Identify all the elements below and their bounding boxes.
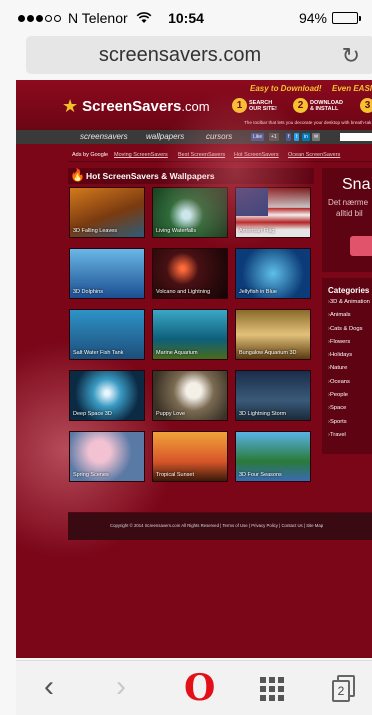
category-link[interactable]: Cats & Dogs <box>328 326 370 339</box>
thumbnail[interactable]: Salt Water Fish Tank <box>69 309 145 360</box>
category-link[interactable]: Travel <box>328 432 370 445</box>
web-page: ★ ScreenSavers.com Easy to Download! Eve… <box>16 80 372 658</box>
step-2[interactable]: 2 DOWNLOAD & INSTALL <box>293 98 343 113</box>
facebook-share-icon[interactable]: f <box>286 133 292 141</box>
google-plus-button[interactable]: +1 <box>269 133 279 141</box>
nav-cursors[interactable]: cursors <box>206 132 232 141</box>
site-nav: screensavers wallpapers cursors Like +1 … <box>16 130 372 144</box>
email-share-icon[interactable]: ✉ <box>312 133 321 141</box>
battery-percent: 94% <box>298 10 327 26</box>
thumbnail[interactable]: 3D Dolphins <box>69 248 145 299</box>
thumbnail[interactable]: American Flag <box>235 187 311 238</box>
thumbnail[interactable]: Volcano and Lightning <box>152 248 228 299</box>
category-link[interactable]: Space <box>328 405 370 418</box>
ad-link[interactable]: Moving ScreenSavers <box>114 152 168 158</box>
step-1[interactable]: 1 SEARCH OUR SITE! <box>232 98 279 113</box>
promo-panel: Sna Det nærme alltid bil <box>322 168 372 272</box>
category-link[interactable]: Sports <box>328 419 370 432</box>
browser-bottom-bar: ‹ › O 2 <box>16 660 372 715</box>
categories-title: Categories <box>328 286 370 295</box>
thumbnail[interactable]: 3D Falling Leaves <box>69 187 145 238</box>
category-link[interactable]: People <box>328 392 370 405</box>
thumbnail[interactable]: 3D Four Seasons <box>235 431 311 482</box>
battery-icon <box>332 12 361 24</box>
twitter-share-icon[interactable]: t <box>294 133 300 141</box>
reload-icon[interactable]: ↻ <box>342 43 360 69</box>
forward-arrow-icon[interactable]: › <box>116 670 126 704</box>
back-arrow-icon[interactable]: ‹ <box>44 670 54 704</box>
facebook-like-button[interactable]: Like <box>251 133 265 141</box>
battery-status: 94% <box>298 10 361 26</box>
thumbnail[interactable]: Marine Aquarium <box>152 309 228 360</box>
ads-label: Ads by Google <box>72 152 109 158</box>
phone-screen: N Telenor 10:54 94% screensavers.com ↻ ★… <box>0 0 372 715</box>
category-link[interactable]: Nature <box>328 365 370 378</box>
promo-button[interactable] <box>350 236 372 256</box>
thumbnail[interactable]: Puppy Love <box>152 370 228 421</box>
category-link[interactable]: Flowers <box>328 339 370 352</box>
nav-screensavers[interactable]: screensavers <box>80 132 128 141</box>
promo-text-line1: Det nærme <box>328 198 369 207</box>
ad-link[interactable]: Ocean ScreenSavers <box>288 152 340 158</box>
status-bar: N Telenor 10:54 94% <box>0 0 372 34</box>
thumbnail[interactable]: Bungalow Aquarium 3D <box>235 309 311 360</box>
promo-title: Sna <box>342 176 371 193</box>
promo-text-line2: alltid bil <box>336 209 363 218</box>
site-footer: Copyright © 2014 Screensavers.com All Ri… <box>68 512 372 540</box>
categories-list: 3D & Animation Animals Cats & Dogs Flowe… <box>328 299 370 445</box>
category-link[interactable]: 3D & Animation <box>328 299 370 312</box>
site-search-input[interactable] <box>340 133 372 141</box>
thumbnail[interactable]: Tropical Sunset <box>152 431 228 482</box>
speed-dial-grid-icon[interactable] <box>260 677 284 701</box>
flame-icon: 🔥 <box>70 168 85 182</box>
tagline-easy: Easy to Download! <box>250 84 322 93</box>
thumbnail[interactable]: Living Waterfalls <box>152 187 228 238</box>
opera-menu-icon[interactable]: O <box>184 668 215 708</box>
toolbar-note: The toolbar that lets you decorate your … <box>244 120 372 125</box>
category-link[interactable]: Holidays <box>328 352 370 365</box>
footer-copyright: Copyright © 2014 Screensavers.com All Ri… <box>110 523 324 528</box>
url-text[interactable]: screensavers.com <box>26 44 334 67</box>
linkedin-share-icon[interactable]: in <box>302 133 310 141</box>
star-logo-icon: ★ <box>62 96 79 116</box>
categories-panel: Categories 3D & Animation Animals Cats &… <box>322 278 372 454</box>
site-logo[interactable]: ★ ScreenSavers.com <box>62 96 210 117</box>
ads-bar: Ads by Google Moving ScreenSavers Best S… <box>68 150 372 162</box>
nav-wallpapers[interactable]: wallpapers <box>146 132 184 141</box>
tagline-easier: Even EASIER <box>332 84 372 93</box>
thumbnail[interactable]: Spring Scenes <box>69 431 145 482</box>
ad-link[interactable]: Hot ScreenSavers <box>234 152 279 158</box>
category-link[interactable]: Oceans <box>328 379 370 392</box>
address-bar[interactable]: screensavers.com ↻ <box>26 36 372 74</box>
category-link[interactable]: Animals <box>328 312 370 325</box>
thumbnail[interactable]: Deep Space 3D <box>69 370 145 421</box>
step-3[interactable]: 3 <box>360 98 372 113</box>
ad-link[interactable]: Best ScreenSavers <box>178 152 225 158</box>
thumbnail[interactable]: Jellyfish in Blue <box>235 248 311 299</box>
section-title: 🔥 Hot ScreenSavers & Wallpapers <box>68 168 314 184</box>
tab-count: 2 <box>332 680 350 702</box>
site-header: ★ ScreenSavers.com Easy to Download! Eve… <box>16 80 372 130</box>
thumbnail[interactable]: 3D Lightning Storm <box>235 370 311 421</box>
tabs-icon[interactable]: 2 <box>332 675 356 703</box>
